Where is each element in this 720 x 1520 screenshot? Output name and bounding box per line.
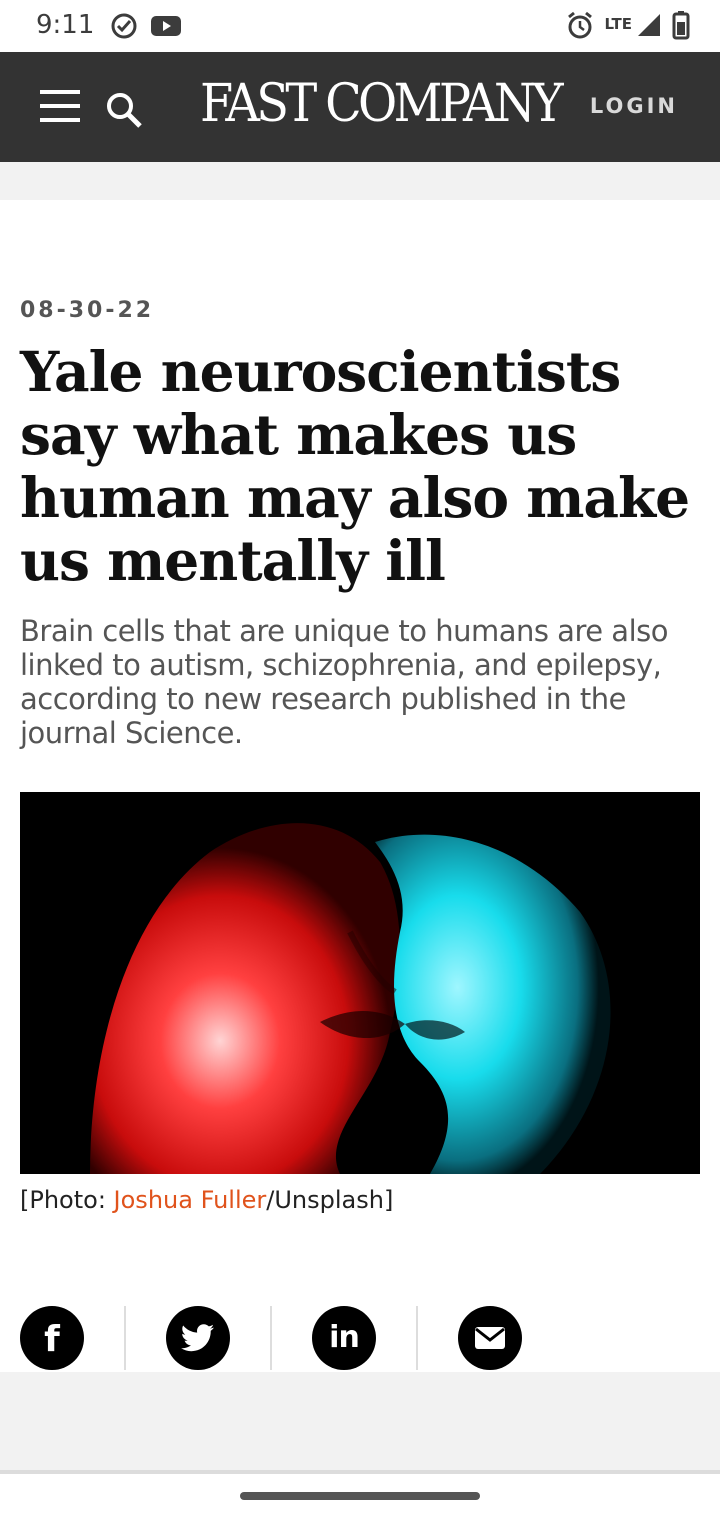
search-button[interactable] bbox=[104, 90, 144, 130]
hero-image bbox=[20, 792, 700, 1174]
search-icon bbox=[107, 93, 142, 128]
article-date: 08-30-22 bbox=[20, 298, 155, 323]
share-facebook-button[interactable]: f bbox=[20, 1306, 84, 1370]
photo-credit-prefix: [Photo: bbox=[20, 1186, 114, 1214]
site-header: FAST COMPANY LOGIN bbox=[0, 52, 720, 162]
twitter-icon bbox=[181, 1324, 214, 1352]
photo-credit: [Photo: Joshua Fuller/Unsplash] bbox=[20, 1186, 393, 1214]
status-time: 9:11 bbox=[36, 10, 95, 40]
email-icon bbox=[475, 1327, 505, 1349]
photo-credit-suffix: /Unsplash] bbox=[266, 1186, 394, 1214]
youtube-icon bbox=[150, 12, 182, 44]
network-type: LTE bbox=[604, 15, 632, 33]
share-row: f in bbox=[20, 1306, 540, 1370]
hamburger-line bbox=[40, 90, 80, 94]
site-logo[interactable]: FAST COMPANY bbox=[200, 74, 564, 134]
ad-placeholder bbox=[0, 1372, 720, 1472]
alarm-icon bbox=[566, 10, 594, 44]
share-email-button[interactable] bbox=[458, 1306, 522, 1370]
status-bar: 9:11 LTE bbox=[0, 0, 720, 52]
check-circle-icon bbox=[110, 12, 138, 44]
ad-spacer bbox=[0, 162, 720, 200]
share-twitter-button[interactable] bbox=[166, 1306, 230, 1370]
share-divider bbox=[416, 1306, 418, 1370]
signal-icon bbox=[636, 12, 662, 42]
linkedin-icon: in bbox=[329, 1320, 360, 1355]
system-nav-bar bbox=[0, 1474, 720, 1520]
home-indicator[interactable] bbox=[240, 1492, 480, 1500]
battery-icon bbox=[672, 10, 690, 44]
hamburger-line bbox=[40, 118, 80, 122]
hamburger-line bbox=[40, 104, 80, 108]
photo-credit-author-link[interactable]: Joshua Fuller bbox=[114, 1186, 267, 1214]
share-divider bbox=[270, 1306, 272, 1370]
article-title: Yale neuroscientists say what makes us h… bbox=[20, 339, 690, 593]
login-button[interactable]: LOGIN bbox=[590, 94, 678, 118]
article-deck: Brain cells that are unique to humans ar… bbox=[20, 614, 668, 750]
share-divider bbox=[124, 1306, 126, 1370]
share-linkedin-button[interactable]: in bbox=[312, 1306, 376, 1370]
menu-button[interactable] bbox=[40, 90, 80, 126]
facebook-icon: f bbox=[44, 1319, 60, 1360]
